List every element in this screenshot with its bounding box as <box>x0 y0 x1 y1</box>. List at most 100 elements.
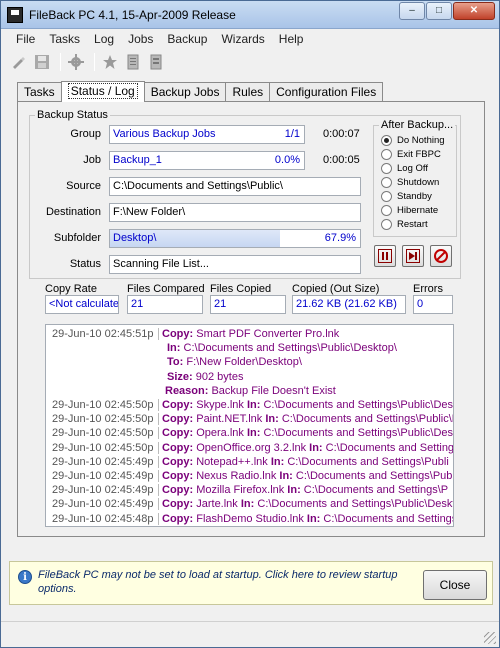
radio-standby[interactable]: Standby <box>381 190 432 203</box>
files-copied-label: Files Copied <box>210 283 272 295</box>
toolbar-separator <box>60 53 61 71</box>
skip-button[interactable] <box>402 245 424 267</box>
radio-button[interactable] <box>381 163 392 174</box>
window-controls: – □ ✕ <box>398 2 495 20</box>
pause-icon <box>378 249 392 263</box>
destination-label: Destination <box>45 206 101 218</box>
radio-button[interactable] <box>381 205 392 216</box>
errors-label: Errors <box>413 283 443 295</box>
toolbar <box>9 51 169 73</box>
tab-tasks[interactable]: Tasks <box>17 82 62 101</box>
tab-strip: Tasks Status / Log Backup Jobs Rules Con… <box>17 81 384 102</box>
log-keyword: In: <box>262 413 279 426</box>
radio-button[interactable] <box>381 219 392 230</box>
close-button[interactable]: Close <box>423 570 487 600</box>
menu-bar: File Tasks Log Jobs Backup Wizards Help <box>9 30 310 48</box>
files-compared-field: 21 <box>127 295 203 314</box>
log-keyword: In: <box>284 484 301 497</box>
menu-log[interactable]: Log <box>87 30 121 48</box>
radio-label: Shutdown <box>397 177 440 188</box>
radio-button[interactable] <box>381 135 392 146</box>
log-keyword: Copy: <box>162 328 194 340</box>
menu-backup[interactable]: Backup <box>160 30 214 48</box>
group-value: Various Backup Jobs <box>113 128 216 140</box>
log-timestamp: 29-Jun-10 02:45:49p <box>52 470 154 482</box>
log-keyword: In: <box>243 427 261 440</box>
source-field: C:\Documents and Settings\Public\ <box>109 177 361 196</box>
menu-jobs[interactable]: Jobs <box>121 30 160 48</box>
stop-icon <box>434 249 448 263</box>
resize-grip-icon[interactable] <box>484 632 496 644</box>
radio-shutdown[interactable]: Shutdown <box>381 176 439 189</box>
radio-hibernate[interactable]: Hibernate <box>381 204 438 217</box>
radio-log-off[interactable]: Log Off <box>381 162 428 175</box>
menu-wizards[interactable]: Wizards <box>214 30 271 48</box>
copy-rate-field: <Not calculate <box>45 295 119 314</box>
log-keyword: Copy: <box>162 498 194 511</box>
after-backup-title: After Backup... <box>379 119 456 131</box>
pause-button[interactable] <box>374 245 396 267</box>
tab-label: Backup Jobs <box>150 85 220 99</box>
subfolder-field: Desktop\ 67.9% <box>109 229 361 248</box>
log-message: Copy: Nexus Radio.lnk In: C:\Documents a… <box>158 470 453 482</box>
tab-backup-jobs[interactable]: Backup Jobs <box>143 82 227 101</box>
log-keyword: To: <box>167 356 184 369</box>
source-value: C:\Documents and Settings\Public\ <box>113 180 283 192</box>
close-window-button[interactable]: ✕ <box>453 2 495 20</box>
menu-help[interactable]: Help <box>272 30 311 48</box>
maximize-button[interactable]: □ <box>426 2 452 20</box>
radio-restart[interactable]: Restart <box>381 218 428 231</box>
radio-label: Log Off <box>397 163 428 174</box>
log-message: Copy: Notepad++.lnk In: C:\Documents and… <box>158 455 449 468</box>
tab-rules[interactable]: Rules <box>225 82 271 101</box>
log-timestamp: 29-Jun-10 02:45:50p <box>52 399 154 411</box>
tab-label: Status / Log <box>67 83 138 99</box>
status-bar <box>1 621 499 647</box>
log-message: Reason: Backup File Doesn't Exist <box>165 384 336 397</box>
files-compared-label: Files Compared <box>127 283 205 295</box>
log-timestamp: 29-Jun-10 02:45:50p <box>52 413 154 426</box>
document-icon[interactable] <box>123 52 143 72</box>
job-percent: 0.0% <box>274 154 300 166</box>
log-message: In: C:\Documents and Settings\Public\Des… <box>167 342 397 355</box>
radio-button[interactable] <box>381 191 392 202</box>
destination-field: F:\New Folder\ <box>109 203 361 222</box>
group-count: 1/1 <box>284 128 300 140</box>
tab-configuration-files[interactable]: Configuration Files <box>269 82 384 101</box>
log-message: Copy: Opera.lnk In: C:\Documents and Set… <box>158 427 453 440</box>
title-bar[interactable]: FileBack PC 4.1, 15-Apr-2009 Release – □… <box>1 1 499 29</box>
group-elapsed-time: 0:00:07 <box>323 128 360 140</box>
document-list-icon[interactable] <box>146 52 166 72</box>
new-job-icon[interactable] <box>9 52 29 72</box>
copied-size-field: 21.62 KB (21.62 KB) <box>292 295 406 314</box>
stop-button[interactable] <box>430 245 452 267</box>
radio-exit-fbpc[interactable]: Exit FBPC <box>381 148 441 161</box>
radio-label: Standby <box>397 191 432 202</box>
tab-status-log[interactable]: Status / Log <box>60 81 145 102</box>
radio-button[interactable] <box>381 149 392 160</box>
startup-notice[interactable]: i FileBack PC may not be set to load at … <box>9 561 493 605</box>
log-message: Copy: OpenOffice.org 3.2.lnk In: C:\Docu… <box>158 441 453 454</box>
log-message: Copy: FlashDemo Studio.lnk In: C:\Docume… <box>158 512 453 525</box>
subfolder-value: Desktop\ <box>113 232 157 244</box>
log-keyword: Reason: <box>165 384 209 397</box>
notice-text[interactable]: FileBack PC may not be set to load at st… <box>38 568 418 596</box>
log-keyword: Copy: <box>162 427 194 440</box>
status-field: Scanning File List... <box>109 255 361 274</box>
radio-button[interactable] <box>381 177 392 188</box>
log-message: Copy: Mozilla Firefox.lnk In: C:\Documen… <box>158 484 448 497</box>
log-list[interactable]: 29-Jun-10 02:45:51p Copy: Smart PDF Conve… <box>45 324 454 527</box>
menu-tasks[interactable]: Tasks <box>42 30 87 48</box>
status-label: Status <box>69 258 101 270</box>
settings-icon[interactable] <box>66 52 86 72</box>
group-field: Various Backup Jobs 1/1 <box>109 125 305 144</box>
save-icon[interactable] <box>32 52 52 72</box>
group-label: Group <box>70 128 101 140</box>
favorite-icon[interactable] <box>100 52 120 72</box>
log-keyword: In: <box>306 441 323 454</box>
radio-label: Hibernate <box>397 205 439 216</box>
menu-file[interactable]: File <box>9 30 42 48</box>
minimize-button[interactable]: – <box>399 2 425 20</box>
job-value: Backup_1 <box>113 154 162 166</box>
radio-do-nothing[interactable]: Do Nothing <box>381 134 445 147</box>
